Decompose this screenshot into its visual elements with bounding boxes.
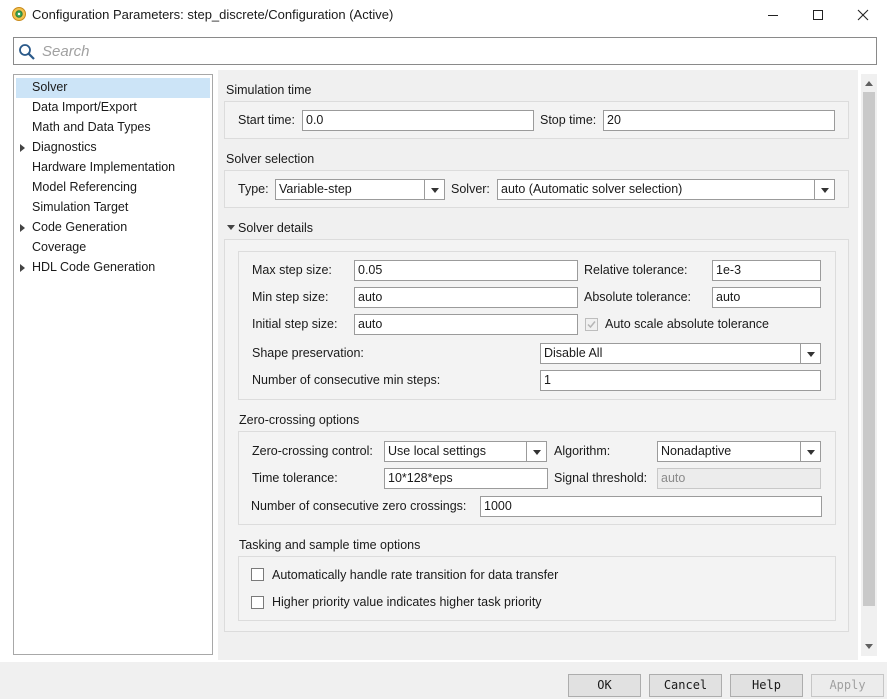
expand-arrow-icon[interactable] [20,144,25,152]
shape-preservation-dropdown[interactable]: Disable All [540,343,821,364]
algorithm-dropdown[interactable]: Nonadaptive [657,441,821,462]
cancel-button[interactable]: Cancel [649,674,722,697]
absolute-tolerance-field[interactable]: auto [712,287,821,308]
tree-item-simulation-target[interactable]: Simulation Target [16,198,210,218]
tree-item-label: Math and Data Types [32,120,151,134]
tree-item-label: HDL Code Generation [32,260,156,274]
signal-threshold-field: auto [657,468,821,489]
search-icon [18,43,36,61]
close-icon [857,9,869,21]
simulation-time-title: Simulation time [226,83,312,97]
max-step-size-label: Max step size: [252,263,332,277]
expand-arrow-icon[interactable] [20,264,25,272]
tree-item-code-generation[interactable]: Code Generation [16,218,210,238]
auto-rate-transition-label: Automatically handle rate transition for… [272,568,559,582]
time-tolerance-field[interactable]: 10*128*eps [384,468,548,489]
auto-scale-tolerance-checkbox[interactable] [585,318,598,331]
tree-item-hardware-implementation[interactable]: Hardware Implementation [16,158,210,178]
checkmark-icon [587,321,596,329]
zero-crossing-title: Zero-crossing options [239,413,360,427]
stop-time-label: Stop time: [540,113,597,127]
window-title: Configuration Parameters: step_discrete/… [32,7,394,22]
chevron-down-icon[interactable] [814,180,834,199]
tree-item-label: Data Import/Export [32,100,137,114]
tree-item-label: Diagnostics [32,140,97,154]
tree-item-label: Simulation Target [32,200,129,214]
zero-crossing-control-dropdown[interactable]: Use local settings [384,441,547,462]
tree-item-hdl-code-generation[interactable]: HDL Code Generation [16,258,210,278]
tree-item-label: Model Referencing [32,180,137,194]
chevron-down-icon[interactable] [424,180,444,199]
shape-preservation-label: Shape preservation: [252,346,364,360]
type-dropdown[interactable]: Variable-step [275,179,445,200]
tree-item-label: Solver [32,80,68,94]
search-input[interactable] [40,40,860,62]
tree-item-data-import-export[interactable]: Data Import/Export [16,98,210,118]
tree-item-label: Code Generation [32,220,128,234]
tasking-title: Tasking and sample time options [239,538,421,552]
initial-step-size-label: Initial step size: [252,317,338,331]
simulink-gear-icon [11,6,27,22]
search-box[interactable] [13,37,877,65]
tree-item-label: Hardware Implementation [32,160,176,174]
max-step-size-field[interactable]: 0.05 [354,260,578,281]
start-time-label: Start time: [238,113,295,127]
signal-threshold-label: Signal threshold: [554,471,648,485]
auto-rate-transition-checkbox[interactable] [251,568,264,581]
maximize-button[interactable] [795,0,841,30]
algorithm-label: Algorithm: [554,444,611,458]
scrollbar-thumb[interactable] [863,92,875,606]
minimize-icon [768,15,778,16]
type-dropdown-value: Variable-step [279,182,352,196]
tasking-group [238,556,836,621]
chevron-down-icon[interactable] [800,442,820,461]
tree-item-solver[interactable]: Solver [16,78,210,98]
auto-scale-tolerance-label: Auto scale absolute tolerance [605,317,769,331]
tree-item-diagnostics[interactable]: Diagnostics [16,138,210,158]
zero-crossing-control-value: Use local settings [388,444,486,458]
help-button[interactable]: Help [730,674,803,697]
tree-item-model-referencing[interactable]: Model Referencing [16,178,210,198]
start-time-field[interactable]: 0.0 [302,110,534,131]
collapse-arrow-icon[interactable] [227,225,235,230]
solver-dropdown[interactable]: auto (Automatic solver selection) [497,179,835,200]
relative-tolerance-field[interactable]: 1e-3 [712,260,821,281]
higher-priority-checkbox[interactable] [251,596,264,609]
consecutive-min-steps-label: Number of consecutive min steps: [252,373,441,387]
category-tree: Solver Data Import/Export Math and Data … [13,74,213,655]
scroll-up-arrow-icon[interactable] [865,81,873,86]
expand-arrow-icon[interactable] [20,224,25,232]
absolute-tolerance-label: Absolute tolerance: [584,290,692,304]
chevron-down-icon[interactable] [526,442,546,461]
zero-crossing-control-label: Zero-crossing control: [252,444,373,458]
consecutive-zero-crossings-label: Number of consecutive zero crossings: [251,499,467,513]
tree-item-label: Coverage [32,240,87,254]
min-step-size-field[interactable]: auto [354,287,578,308]
solver-label: Solver: [451,182,490,196]
initial-step-size-field[interactable]: auto [354,314,578,335]
consecutive-min-steps-field[interactable]: 1 [540,370,821,391]
shape-preservation-value: Disable All [544,346,603,360]
relative-tolerance-label: Relative tolerance: [584,263,688,277]
maximize-icon [813,10,823,20]
time-tolerance-label: Time tolerance: [252,471,338,485]
scroll-down-arrow-icon[interactable] [865,644,873,649]
tree-item-math-and-data-types[interactable]: Math and Data Types [16,118,210,138]
solver-selection-title: Solver selection [226,152,315,166]
vertical-scrollbar[interactable] [861,74,877,656]
minimize-button[interactable] [750,0,796,30]
chevron-down-icon[interactable] [800,344,820,363]
min-step-size-label: Min step size: [252,290,329,304]
type-label: Type: [238,182,269,196]
stop-time-field[interactable]: 20 [603,110,835,131]
tree-item-coverage[interactable]: Coverage [16,238,210,258]
apply-button[interactable]: Apply [811,674,884,697]
solver-details-title: Solver details [238,221,314,235]
consecutive-zero-crossings-field[interactable]: 1000 [480,496,822,517]
algorithm-value: Nonadaptive [661,444,732,458]
ok-button[interactable]: OK [568,674,641,697]
close-button[interactable] [840,0,886,30]
higher-priority-label: Higher priority value indicates higher t… [272,595,542,609]
solver-dropdown-value: auto (Automatic solver selection) [501,182,683,196]
